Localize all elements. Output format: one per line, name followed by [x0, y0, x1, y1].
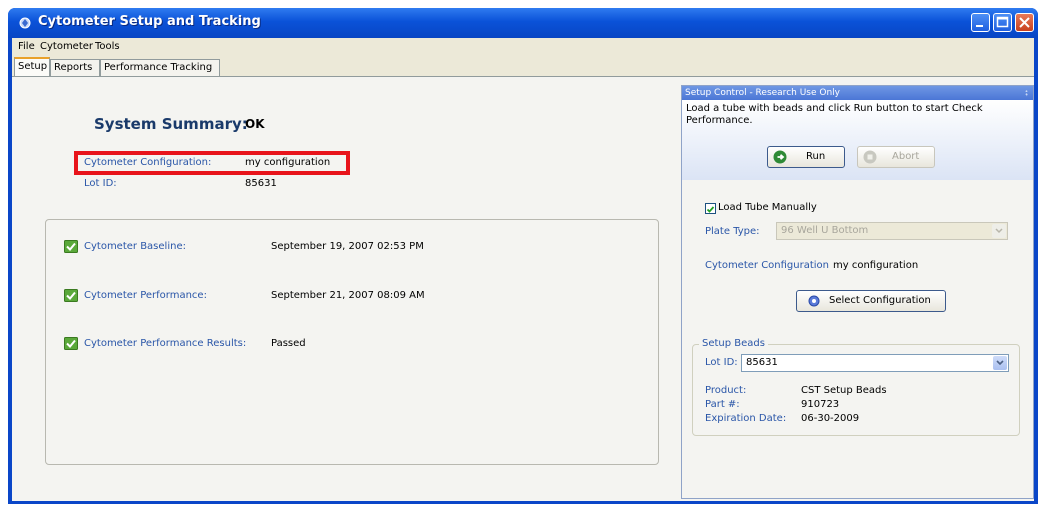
- performance-results-value: Passed: [271, 338, 306, 349]
- menu-bar: File Cytometer Tools: [12, 38, 1034, 56]
- maximize-button[interactable]: [993, 13, 1012, 32]
- setup-control-panel: Setup Control - Research Use Only ⨟ Load…: [681, 85, 1034, 499]
- expiration-label: Expiration Date:: [705, 413, 787, 424]
- abort-label: Abort: [892, 151, 920, 162]
- tab-strip: Setup Reports Performance Tracking: [12, 56, 1034, 76]
- abort-button[interactable]: Abort: [857, 146, 935, 168]
- window-title: Cytometer Setup and Tracking: [38, 14, 261, 29]
- instruction-text: Load a tube with beads and click Run but…: [686, 103, 983, 126]
- app-icon: [19, 17, 31, 29]
- baseline-label: Cytometer Baseline:: [84, 241, 186, 252]
- select-configuration-label: Select Configuration: [829, 295, 931, 306]
- close-button[interactable]: [1015, 13, 1034, 32]
- dropdown-arrow-icon: [992, 224, 1006, 238]
- menu-file[interactable]: File: [18, 41, 35, 52]
- summary-pane: System Summary: OK Cytometer Configurati…: [12, 77, 680, 501]
- config-value: my configuration: [245, 157, 331, 168]
- pin-icon[interactable]: ⨟: [1025, 86, 1028, 100]
- setup-tab-content: System Summary: OK Cytometer Configurati…: [12, 76, 1034, 501]
- stop-icon: [863, 150, 877, 164]
- run-label: Run: [806, 151, 826, 162]
- product-value: CST Setup Beads: [801, 385, 887, 396]
- dropdown-arrow-icon: [993, 356, 1007, 370]
- load-tube-checkbox[interactable]: [705, 203, 716, 214]
- beads-lot-select[interactable]: 85631: [741, 354, 1009, 372]
- tab-performance-tracking[interactable]: Performance Tracking: [100, 59, 220, 76]
- system-summary-status: OK: [245, 117, 265, 131]
- play-icon: [773, 150, 787, 164]
- plate-type-select[interactable]: 96 Well U Bottom: [776, 222, 1008, 240]
- gear-icon: [808, 295, 820, 307]
- tab-setup[interactable]: Setup: [14, 57, 50, 76]
- setup-control-title: Setup Control - Research Use Only: [685, 88, 840, 98]
- checkmark-icon: [706, 206, 715, 213]
- minimize-icon: [976, 25, 983, 27]
- beads-lot-value: 85631: [746, 357, 778, 368]
- client-area: File Cytometer Tools Setup Reports Perfo…: [12, 38, 1034, 501]
- minimize-button[interactable]: [971, 13, 990, 32]
- select-configuration-button[interactable]: Select Configuration: [796, 290, 946, 312]
- lot-label: Lot ID:: [84, 178, 117, 189]
- part-value: 910723: [801, 399, 840, 410]
- status-group: Cytometer Baseline: September 19, 2007 0…: [45, 219, 659, 465]
- system-summary-label: System Summary:: [94, 115, 248, 133]
- part-label: Part #:: [705, 399, 740, 410]
- tab-reports[interactable]: Reports: [50, 59, 100, 76]
- setup-beads-legend: Setup Beads: [699, 338, 768, 349]
- baseline-value: September 19, 2007 02:53 PM: [271, 241, 424, 252]
- setup-options: Load Tube Manually Plate Type: 96 Well U…: [682, 180, 1033, 498]
- close-icon: [1019, 17, 1030, 28]
- lot-value: 85631: [245, 178, 277, 189]
- performance-label: Cytometer Performance:: [84, 290, 207, 301]
- setup-control-header: Setup Control - Research Use Only ⨟: [682, 86, 1033, 100]
- plate-type-label: Plate Type:: [705, 226, 760, 237]
- check-icon: [64, 289, 78, 302]
- title-bar[interactable]: Cytometer Setup and Tracking: [8, 8, 1038, 38]
- panel-config-value: my configuration: [833, 260, 919, 271]
- check-icon: [64, 337, 78, 350]
- product-label: Product:: [705, 385, 747, 396]
- run-area: Load a tube with beads and click Run but…: [682, 100, 1033, 180]
- expiration-value: 06-30-2009: [801, 413, 860, 424]
- check-icon: [64, 240, 78, 253]
- performance-value: September 21, 2007 08:09 AM: [271, 290, 425, 301]
- run-button[interactable]: Run: [767, 146, 845, 168]
- menu-cytometer[interactable]: Cytometer: [40, 41, 93, 52]
- menu-tools[interactable]: Tools: [95, 41, 120, 52]
- plate-type-value: 96 Well U Bottom: [781, 225, 869, 236]
- setup-beads-group: Setup Beads Lot ID: 85631 Product: CST S…: [692, 338, 1020, 436]
- config-label: Cytometer Configuration:: [84, 157, 212, 168]
- maximize-icon: [996, 16, 1009, 28]
- load-tube-label: Load Tube Manually: [718, 202, 817, 213]
- panel-config-label: Cytometer Configuration: [705, 260, 830, 271]
- performance-results-label: Cytometer Performance Results:: [84, 338, 247, 349]
- beads-lot-label: Lot ID:: [705, 357, 738, 368]
- app-window: Cytometer Setup and Tracking File Cytome…: [8, 8, 1038, 504]
